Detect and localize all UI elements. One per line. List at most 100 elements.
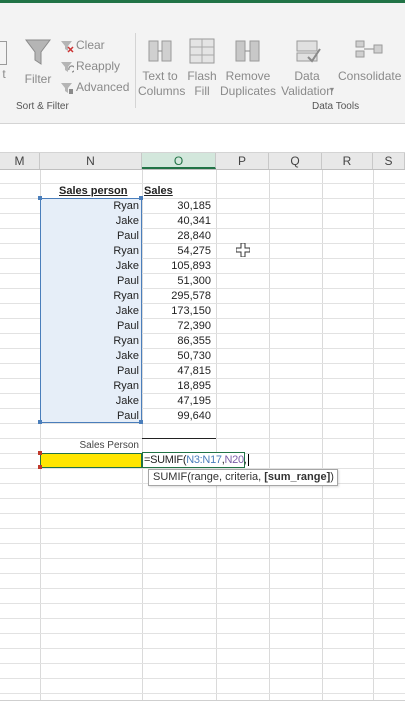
table-row-sales[interactable]: 86,355 bbox=[142, 334, 211, 349]
remove-duplicates-button[interactable]: Remove Duplicates bbox=[220, 37, 276, 101]
data-validation-button[interactable]: Data Validation ▾ bbox=[276, 37, 338, 101]
text-to-columns-button[interactable]: Text to Columns bbox=[138, 37, 186, 101]
table-row-name[interactable]: Ryan bbox=[40, 199, 139, 214]
table-row-sales[interactable]: 18,895 bbox=[142, 379, 211, 394]
column-header-n[interactable]: N bbox=[40, 153, 142, 169]
clear-label: Clear bbox=[76, 38, 105, 52]
table-row-sales[interactable]: 47,815 bbox=[142, 364, 211, 379]
table-row-sales[interactable]: 30,185 bbox=[142, 199, 211, 214]
column-headers: M N O P Q R S bbox=[0, 153, 405, 170]
table-row-name[interactable]: Jake bbox=[40, 349, 139, 364]
criteria-handle[interactable] bbox=[38, 451, 42, 455]
column-header-m[interactable]: M bbox=[0, 153, 40, 169]
ribbon-separator bbox=[135, 33, 136, 108]
tooltip-bold-arg: [sum_range] bbox=[264, 471, 331, 483]
tooltip-close: ) bbox=[330, 471, 334, 483]
filter-icon bbox=[25, 39, 51, 65]
table-row-name[interactable]: Paul bbox=[40, 319, 139, 334]
consolidate-button[interactable]: Consolidate bbox=[338, 37, 405, 101]
formula-criteria-ref: N20 bbox=[224, 454, 244, 466]
formula-range-ref: N3:N17 bbox=[186, 454, 222, 466]
grid-line bbox=[0, 603, 405, 604]
formula-text[interactable]: =SUMIF(N3:N17,N20, bbox=[144, 453, 249, 468]
grid-line bbox=[0, 663, 405, 664]
tooltip-args: SUMIF(range, criteria, bbox=[153, 471, 265, 483]
header-sales: Sales bbox=[144, 185, 173, 197]
data-validation-icon bbox=[296, 40, 321, 63]
grid-line bbox=[0, 498, 405, 499]
formula-bar-area bbox=[0, 123, 405, 153]
table-row-name[interactable]: Jake bbox=[40, 394, 139, 409]
consolidate-icon bbox=[355, 40, 383, 58]
filter-label: Filter bbox=[24, 72, 52, 86]
flash-fill-icon bbox=[189, 38, 215, 64]
formula-prefix: =SUMIF( bbox=[144, 454, 187, 466]
table-row-name[interactable]: Ryan bbox=[40, 289, 139, 304]
worksheet-grid[interactable]: Sales person Sales Ryan 30,185 Jake 40,341 P… bbox=[0, 170, 405, 709]
table-row-name[interactable]: Jake bbox=[40, 304, 139, 319]
table-row-name[interactable]: Ryan bbox=[40, 334, 139, 349]
tooltip-text: SUMIF(range, criteria, [sum_range]) bbox=[153, 470, 334, 485]
remove-duplicates-label: Remove Duplicates bbox=[220, 69, 277, 98]
grid-line bbox=[0, 573, 405, 574]
table-row-name[interactable]: Jake bbox=[40, 259, 139, 274]
grid-line bbox=[0, 633, 405, 634]
text-to-columns-label: Text to Columns bbox=[138, 69, 186, 98]
grid-line bbox=[0, 528, 405, 529]
table-row-sales[interactable]: 47,195 bbox=[142, 394, 211, 409]
column-header-p[interactable]: P bbox=[216, 153, 269, 169]
criteria-handle[interactable] bbox=[38, 465, 42, 469]
advanced-button[interactable]: Advanced bbox=[58, 80, 132, 97]
column-header-r[interactable]: R bbox=[322, 153, 373, 169]
criteria-top-border bbox=[142, 438, 216, 439]
grid-line bbox=[0, 693, 405, 694]
grid-line bbox=[0, 513, 405, 514]
reapply-label: Reapply bbox=[76, 59, 121, 73]
ribbon-partial-icon bbox=[0, 41, 7, 65]
table-row-name[interactable]: Ryan bbox=[40, 379, 139, 394]
column-header-o[interactable]: O bbox=[142, 153, 216, 169]
ribbon-partial-label: t bbox=[2, 67, 6, 81]
reapply-button[interactable]: Reapply bbox=[58, 59, 132, 76]
table-row-sales[interactable]: 295,578 bbox=[142, 289, 211, 304]
group-sort-filter: Sort & Filter bbox=[16, 101, 69, 112]
clear-button[interactable]: Clear bbox=[58, 38, 132, 55]
table-row-sales[interactable]: 51,300 bbox=[142, 274, 211, 289]
group-data-tools: Data Tools bbox=[312, 101, 360, 112]
table-row-name[interactable]: Ryan bbox=[40, 244, 139, 259]
consolidate-label: Consolidate bbox=[338, 69, 402, 83]
table-row-sales[interactable]: 40,341 bbox=[142, 214, 211, 229]
table-row-sales[interactable]: 173,150 bbox=[142, 304, 211, 319]
grid-line bbox=[373, 170, 374, 700]
filter-button[interactable]: Filter bbox=[22, 37, 54, 91]
table-row-name[interactable]: Paul bbox=[40, 364, 139, 379]
grid-line bbox=[322, 170, 323, 700]
table-row-sales[interactable]: 28,840 bbox=[142, 229, 211, 244]
grid-line bbox=[0, 618, 405, 619]
text-cursor bbox=[247, 454, 249, 467]
flash-fill-label: Flash Fill bbox=[187, 69, 217, 98]
flash-fill-button[interactable]: Flash Fill bbox=[184, 37, 220, 101]
text-to-columns-icon bbox=[148, 40, 172, 62]
table-row-sales[interactable]: 54,275 bbox=[142, 244, 211, 259]
table-row-sales[interactable]: 50,730 bbox=[142, 349, 211, 364]
advanced-filter-icon bbox=[61, 83, 73, 94]
grid-line bbox=[0, 558, 405, 559]
table-row-name[interactable]: Paul bbox=[40, 409, 139, 424]
formula-suffix: , bbox=[243, 454, 247, 466]
table-row-name[interactable]: Paul bbox=[40, 274, 139, 289]
function-tooltip[interactable]: SUMIF(range, criteria, [sum_range]) bbox=[148, 469, 338, 486]
table-row-sales[interactable]: 72,390 bbox=[142, 319, 211, 334]
grid-line bbox=[0, 588, 405, 589]
remove-duplicates-icon bbox=[235, 40, 260, 62]
table-row-name[interactable]: Paul bbox=[40, 229, 139, 244]
reapply-icon bbox=[61, 62, 74, 73]
column-header-q[interactable]: Q bbox=[269, 153, 322, 169]
ribbon: t Filter Clear Reapply Advanced Text to … bbox=[0, 0, 405, 123]
yellow-result-cell[interactable] bbox=[40, 453, 142, 468]
table-row-name[interactable]: Jake bbox=[40, 214, 139, 229]
table-row-sales[interactable]: 105,893 bbox=[142, 259, 211, 274]
table-row-sales[interactable]: 99,640 bbox=[142, 409, 211, 424]
sheet-bottom-bar bbox=[0, 700, 405, 720]
column-header-s[interactable]: S bbox=[373, 153, 405, 169]
